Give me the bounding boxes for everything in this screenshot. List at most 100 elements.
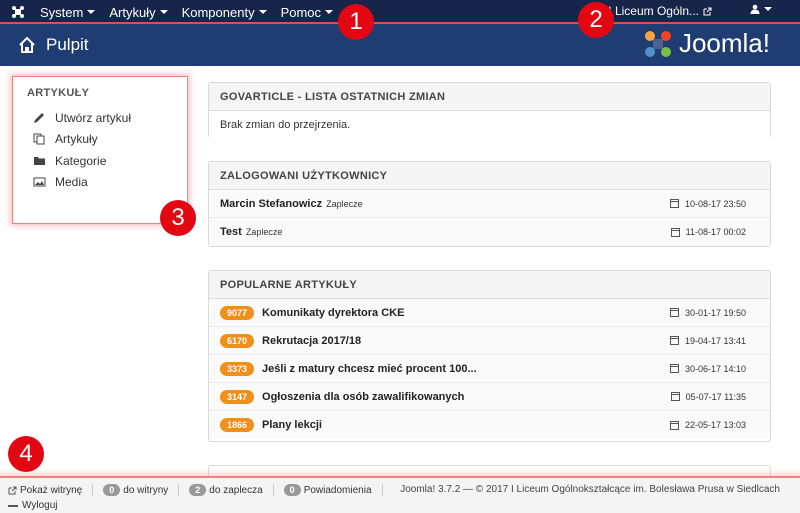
hits-badge: 3147 xyxy=(220,389,255,404)
count-badge: 0 xyxy=(283,484,301,496)
caret-down-icon xyxy=(87,10,96,14)
hits-badge: 6170 xyxy=(220,333,255,348)
top-navbar: System Artykuły Komponenty Pomoc I Liceu… xyxy=(0,0,800,24)
row-date: 10-08-17 23:50 xyxy=(669,198,746,209)
calendar-icon xyxy=(669,336,679,345)
caret-down-icon xyxy=(159,10,168,14)
article-title[interactable]: Komunikaty dyrektora CKE xyxy=(262,307,404,319)
menu-system[interactable]: System xyxy=(40,4,96,20)
panel-logged-users: ZALOGOWANI UŻYTKOWNICY Marcin Stefanowic… xyxy=(208,161,771,247)
user-name[interactable]: Test xyxy=(220,226,242,238)
folder-icon xyxy=(34,156,45,165)
table-row[interactable]: Marcin Stefanowicz Zaplecze 10-08-17 23:… xyxy=(209,190,770,218)
visitors-admin-label: do zaplecza xyxy=(209,484,263,496)
menu-label: Pomoc xyxy=(280,4,322,20)
visitors-site[interactable]: 0 do witryny xyxy=(103,484,168,496)
menu-label: System xyxy=(40,4,84,20)
annotation-marker-1: 1 xyxy=(338,4,374,40)
row-date: 19-04-17 13:41 xyxy=(669,335,746,346)
date-text: 30-01-17 19:50 xyxy=(684,307,746,318)
annotation-marker-4: 4 xyxy=(8,436,44,472)
sidebar-heading: ARTYKUŁY xyxy=(27,87,90,99)
site-name: I Liceum Ogóln... xyxy=(608,4,699,18)
row-date: 30-06-17 14:10 xyxy=(669,363,746,374)
sidebar-item-label: Artykuły xyxy=(55,132,98,147)
menu-help[interactable]: Pomoc xyxy=(280,4,334,20)
article-title[interactable]: Ogłoszenia dla osób zawalifikowanych xyxy=(262,391,464,403)
page-title: Pulpit xyxy=(46,35,89,54)
sidebar-item-create-article[interactable]: Utwórz artykuł xyxy=(27,107,173,129)
panel-heading: ZALOGOWANI UŻYTKOWNICY xyxy=(209,162,770,190)
date-text: 10-08-17 23:50 xyxy=(684,198,746,209)
user-name[interactable]: Marcin Stefanowicz xyxy=(220,198,322,210)
logout-label: Wyloguj xyxy=(22,500,58,511)
caret-down-icon xyxy=(258,10,267,14)
table-row[interactable]: 1866 Plany lekcji 22-05-17 13:03 xyxy=(209,411,770,439)
show-site-link[interactable]: Pokaż witrynę xyxy=(8,485,82,496)
divider xyxy=(381,484,383,496)
sidebar-item-label: Utwórz artykuł xyxy=(55,110,132,125)
panel-heading: POPULARNE ARTYKUŁY xyxy=(209,271,770,299)
panel-next-partial xyxy=(208,465,771,476)
date-text: 11-08-17 00:02 xyxy=(685,227,746,237)
article-title[interactable]: Plany lekcji xyxy=(262,419,322,431)
calendar-icon xyxy=(669,364,679,373)
divider xyxy=(92,484,94,496)
menu-label: Komponenty xyxy=(181,4,255,20)
sidebar-item-media[interactable]: Media xyxy=(27,172,173,194)
annotation-marker-2: 2 xyxy=(578,2,614,38)
messages-link[interactable]: 0 Powiadomienia xyxy=(283,484,372,496)
page-header: Pulpit Joomla! xyxy=(0,24,800,66)
calendar-icon xyxy=(669,420,679,430)
sidebar-item-articles[interactable]: Artykuły xyxy=(27,129,173,151)
hits-badge: 9077 xyxy=(220,305,255,320)
main-menu: System Artykuły Komponenty Pomoc xyxy=(40,0,347,24)
date-text: 22-05-17 13:03 xyxy=(684,420,746,430)
date-text: 30-06-17 14:10 xyxy=(684,363,746,374)
table-row[interactable]: 3373 Jeśli z matury chcesz mieć procent … xyxy=(209,355,770,383)
date-text: 05-07-17 11:35 xyxy=(685,391,746,402)
site-link[interactable]: I Liceum Ogóln... xyxy=(608,4,712,18)
footer-links: Pokaż witrynę 0 do witryny 2 do zaplecza… xyxy=(8,484,387,496)
hits-badge: 3373 xyxy=(220,361,255,376)
panel-govarticle: GOVARTICLE - LISTA OSTATNICH ZMIAN Brak … xyxy=(208,82,771,139)
menu-articles[interactable]: Artykuły xyxy=(109,5,168,20)
table-row[interactable]: Test Zaplecze 11-08-17 00:02 xyxy=(209,218,770,246)
image-icon xyxy=(33,177,46,187)
hits-badge: 1866 xyxy=(220,418,255,432)
row-date: 30-01-17 19:50 xyxy=(669,307,746,318)
empty-message: Brak zmian do przejrzenia. xyxy=(220,119,351,131)
joomla-brand: Joomla! xyxy=(643,28,770,59)
date-text: 19-04-17 13:41 xyxy=(684,335,746,346)
sidebar-item-categories[interactable]: Kategorie xyxy=(27,150,173,172)
table-row[interactable]: 3147 Ogłoszenia dla osób zawalifikowanyc… xyxy=(209,383,770,411)
logout-link[interactable]: Wyloguj xyxy=(8,500,57,511)
annotation-marker-3: 3 xyxy=(160,200,196,236)
row-date: 11-08-17 00:02 xyxy=(670,227,746,237)
sidebar-item-label: Kategorie xyxy=(55,153,107,168)
row-date: 05-07-17 11:35 xyxy=(670,391,746,402)
count-badge: 2 xyxy=(189,484,207,496)
menu-components[interactable]: Komponenty xyxy=(182,5,267,20)
user-menu-button[interactable] xyxy=(750,4,772,14)
pencil-icon xyxy=(34,112,44,123)
brand-text: Joomla! xyxy=(678,28,770,58)
table-row[interactable]: 9077 Komunikaty dyrektora CKE 30-01-17 1… xyxy=(209,299,770,327)
show-site-label: Pokaż witrynę xyxy=(20,484,83,496)
home-icon xyxy=(18,36,36,54)
user-area: Zaplecze xyxy=(245,227,283,237)
joomla-logo-icon[interactable] xyxy=(10,4,28,20)
caret-down-icon xyxy=(325,10,334,14)
article-title[interactable]: Jeśli z matury chcesz mieć procent 100..… xyxy=(262,363,477,375)
panel-heading: GOVARTICLE - LISTA OSTATNICH ZMIAN xyxy=(209,83,770,111)
count-badge: 0 xyxy=(103,484,121,496)
minus-icon xyxy=(8,504,18,507)
calendar-icon xyxy=(669,199,679,208)
joomla-brand-icon xyxy=(644,30,671,57)
status-footer: Pokaż witrynę 0 do witryny 2 do zaplecza… xyxy=(0,476,800,513)
visitors-admin[interactable]: 2 do zaplecza xyxy=(189,484,263,496)
table-row[interactable]: 6170 Rekrutacja 2017/18 19-04-17 13:41 xyxy=(209,327,770,355)
user-icon xyxy=(750,4,760,14)
divider xyxy=(178,484,180,496)
article-title[interactable]: Rekrutacja 2017/18 xyxy=(262,335,361,347)
